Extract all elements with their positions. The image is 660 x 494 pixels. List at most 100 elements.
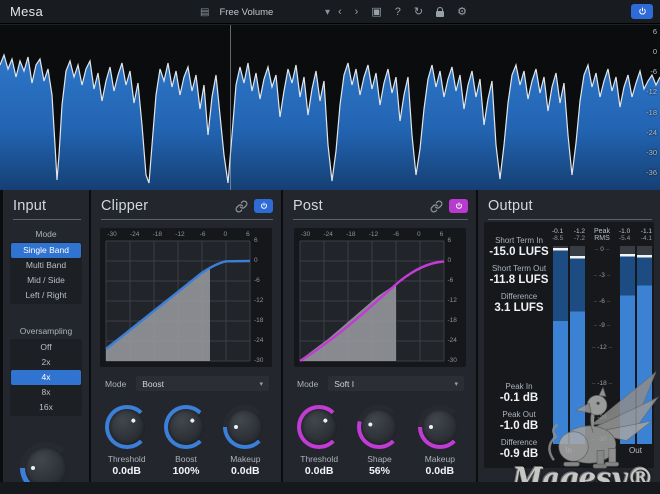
threshold-label: Threshold	[107, 454, 146, 464]
peak-difference-value: -0.9 dB	[499, 448, 539, 460]
post-panel: Post -30 -24 -18 -12 -6 0 6 6 0 -6 -12 -…	[283, 190, 476, 482]
level-meters: -0.1 -1.2 Peak -1.0 -1.1 -8.5 -7.2 RMS -5.4…	[550, 222, 654, 468]
link-icon[interactable]	[430, 200, 443, 213]
short-term-out-label: Short Term Out	[491, 264, 547, 273]
in-rms-right: -7.2	[573, 235, 585, 242]
post-threshold-knob[interactable]	[297, 405, 342, 449]
input-meter	[550, 246, 587, 444]
post-makeup-knob[interactable]	[417, 405, 462, 449]
shape-value: 56%	[368, 465, 390, 477]
oversampling-off[interactable]: Off	[11, 340, 81, 355]
save-icon[interactable]: ▣	[371, 6, 381, 18]
in-peak-right: -1.2	[573, 228, 585, 235]
oversampling-2x[interactable]: 2x	[11, 355, 81, 370]
db-tick: -18	[646, 107, 657, 117]
post-shape-knob[interactable]	[357, 405, 402, 449]
help-icon[interactable]: ?	[395, 6, 401, 18]
mode-option-list: Single Band Multi Band Mid / Side Left /…	[10, 242, 82, 304]
makeup-label: Makeup	[230, 454, 261, 464]
output-panel-title: Output	[488, 198, 533, 214]
output-stats: Short Term In -15.0 LUFS Short Term Out …	[484, 222, 550, 468]
clipper-y-axis: 6 0 -6 -12 -18 -24 -30	[254, 237, 264, 364]
power-icon	[455, 202, 462, 209]
clipper-mode-label: Mode	[105, 378, 127, 389]
waveform-graphic	[0, 53, 660, 190]
lufs-difference-value: 3.1 LUFS	[494, 302, 544, 314]
clipper-threshold-knob[interactable]	[104, 405, 149, 449]
short-term-in-label: Short Term In	[495, 236, 543, 245]
next-preset-button[interactable]: ›	[355, 6, 359, 18]
clipper-x-axis: -30 -24 -18 -12 -6 0 6	[107, 231, 250, 238]
prev-preset-button[interactable]: ‹	[338, 6, 342, 18]
peak-out-value: -1.0 dB	[499, 420, 539, 432]
mode-option-multi-band[interactable]: Multi Band	[11, 258, 81, 273]
clipper-power-button[interactable]	[254, 199, 273, 213]
power-icon	[638, 7, 646, 15]
oversampling-4x[interactable]: 4x	[11, 370, 81, 385]
post-mode-label: Mode	[297, 378, 319, 389]
power-icon	[260, 202, 267, 209]
makeup-value: 0.0dB	[425, 465, 455, 477]
post-mode-dropdown[interactable]: Soft I ▾	[328, 376, 464, 391]
clipper-curve	[105, 240, 251, 362]
chevron-down-icon[interactable]: ▾	[325, 7, 330, 18]
mode-option-left-right[interactable]: Left / Right	[11, 288, 81, 303]
db-tick: -36	[646, 167, 657, 177]
app-title: Mesa	[10, 4, 43, 19]
playhead[interactable]	[230, 25, 231, 190]
clipper-boost-knob[interactable]	[163, 405, 208, 449]
clipper-panel-title: Clipper	[101, 198, 149, 214]
meter-scale: 0 -3 -6 -9 -12 -18 -24 -30	[587, 246, 617, 444]
out-peak-right: -1.1	[640, 228, 652, 235]
chevron-down-icon: ▾	[259, 380, 263, 388]
clipper-panel: Clipper -30 -24 -18 -12 -6 0 6 6 0 -6 -1…	[91, 190, 281, 482]
output-meter	[617, 246, 654, 444]
post-curve	[298, 240, 444, 363]
clipper-mode-dropdown[interactable]: Boost ▾	[136, 376, 269, 391]
peak-row-label: Peak	[594, 228, 610, 235]
out-rms-left: -5.4	[619, 235, 631, 242]
preset-menu-icon[interactable]: ▤	[200, 7, 209, 18]
oversampling-label: Oversampling	[19, 326, 73, 336]
peak-out-label: Peak Out	[502, 410, 536, 419]
bottom-strip	[0, 482, 660, 494]
master-power-button[interactable]	[631, 4, 653, 19]
makeup-label: Makeup	[424, 454, 455, 464]
clipper-mode-value: Boost	[142, 378, 165, 389]
oversampling-8x[interactable]: 8x	[11, 385, 81, 400]
gear-icon[interactable]: ⚙	[457, 6, 467, 18]
lock-icon[interactable]	[436, 7, 445, 17]
out-rms-right: -4.1	[640, 235, 652, 242]
db-tick: 6	[652, 27, 657, 36]
short-term-in-value: -15.0 LUFS	[489, 246, 549, 258]
clipper-makeup-knob[interactable]	[223, 405, 268, 449]
clipper-transfer-graph: -30 -24 -18 -12 -6 0 6 6 0 -6 -12 -18 -24 -30	[100, 228, 272, 367]
short-term-out-value: -11.8 LUFS	[489, 274, 549, 286]
oversampling-16x[interactable]: 16x	[11, 400, 81, 415]
db-scale: 6 0 -6 -12 -18 -24 -30 -36	[643, 25, 659, 177]
title-bar: Mesa ▤ Free Volume ▾ ‹ › ▣ ? ↻ ⚙	[0, 0, 660, 24]
threshold-value: 0.0dB	[304, 465, 334, 477]
post-x-axis: -30 -24 -18 -12 -6 0 6	[300, 231, 444, 238]
post-panel-title: Post	[293, 198, 323, 214]
shape-label: Shape	[367, 454, 392, 464]
mode-option-mid-side[interactable]: Mid / Side	[11, 273, 81, 288]
chevron-down-icon: ▾	[454, 380, 458, 388]
meter-in-label: In	[565, 446, 572, 455]
makeup-value: 0.0dB	[231, 465, 260, 477]
mode-option-single-band[interactable]: Single Band	[11, 243, 81, 258]
db-tick: -30	[646, 147, 657, 157]
peak-in-label: Peak In	[505, 382, 533, 391]
preset-name[interactable]: Free Volume	[219, 7, 315, 18]
link-icon[interactable]	[235, 200, 248, 213]
input-panel: Input Mode Single Band Multi Band Mid / …	[3, 190, 89, 494]
boost-label: Boost	[175, 454, 197, 464]
output-metrics-box: Short Term In -15.0 LUFS Short Term Out …	[484, 222, 654, 468]
refresh-icon[interactable]: ↻	[414, 6, 423, 18]
waveform-display: 6 0 -6 -12 -18 -24 -30 -36	[0, 25, 660, 190]
preset-selector[interactable]: ▤ Free Volume ▾	[200, 0, 330, 24]
oversampling-option-list: Off 2x 4x 8x 16x	[10, 339, 82, 416]
post-power-button[interactable]	[449, 199, 468, 213]
threshold-value: 0.0dB	[112, 465, 141, 477]
out-peak-left: -1.0	[619, 228, 631, 235]
